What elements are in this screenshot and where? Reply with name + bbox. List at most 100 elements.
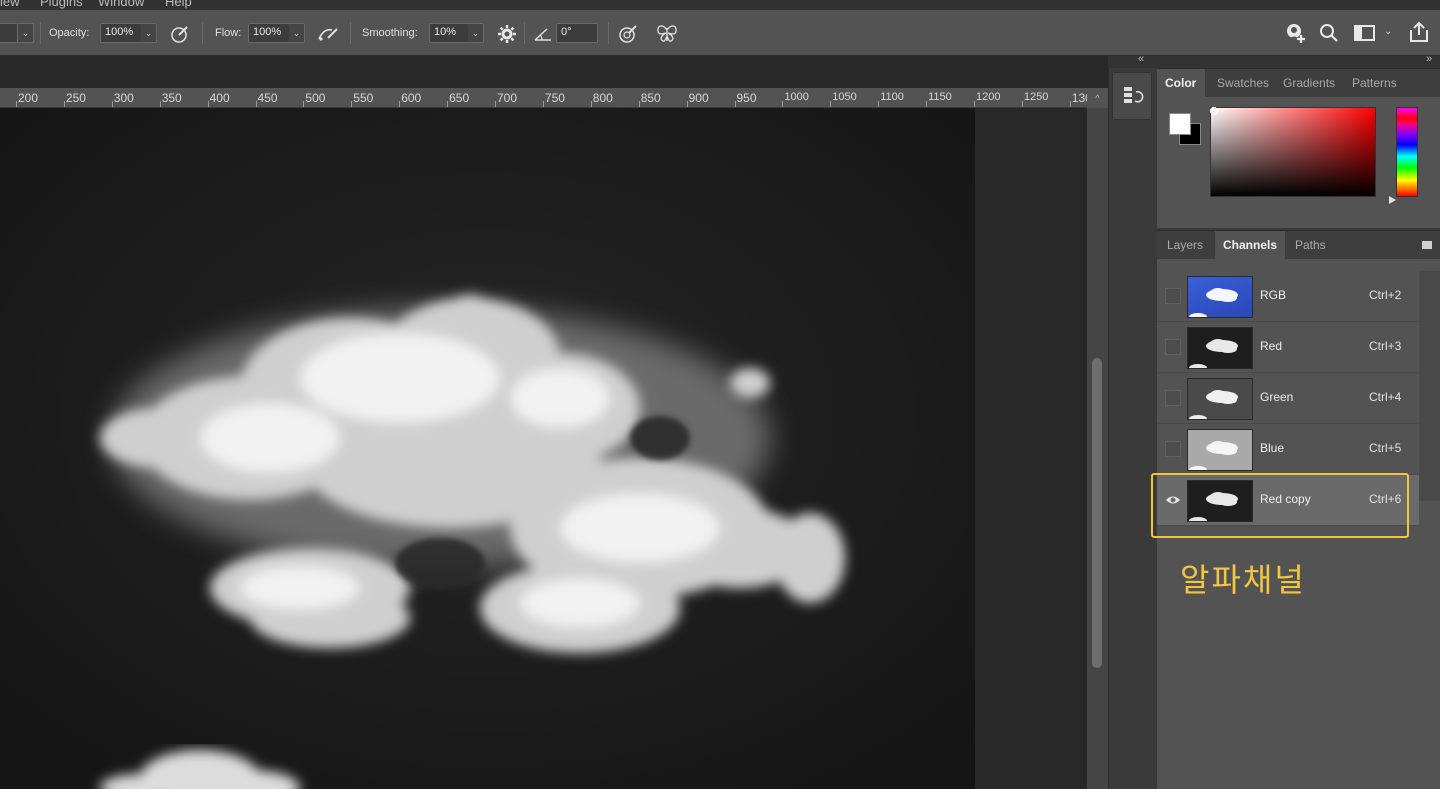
history-panel-button[interactable] [1112, 72, 1152, 120]
menu-bar: iew Plugins Window Help [0, 0, 1440, 10]
channel-shortcut: Ctrl+5 [1369, 441, 1402, 455]
smoothing-label: Smoothing: [362, 27, 418, 39]
collapse-right-icon[interactable]: » [1426, 53, 1432, 65]
ruler-tick-label: 700 [497, 91, 518, 105]
ruler-tick [111, 101, 113, 107]
visibility-toggle[interactable] [1165, 288, 1181, 304]
brush-mode-select[interactable] [0, 23, 18, 43]
color-picker-field[interactable] [1210, 107, 1376, 197]
share-icon[interactable] [1408, 21, 1430, 43]
tab-paths[interactable]: Paths [1287, 231, 1334, 259]
ruler-tick-label: 250 [65, 91, 86, 105]
ruler-tick [351, 101, 353, 107]
flow-dropdown[interactable]: ⌄ [289, 23, 305, 43]
channel-row-rgb[interactable]: RGB Ctrl+2 [1157, 271, 1419, 322]
tab-gradients[interactable]: Gradients [1275, 69, 1343, 97]
opacity-label: Opacity: [49, 27, 90, 39]
ruler-tick [1021, 101, 1023, 107]
visibility-toggle[interactable] [1165, 390, 1181, 406]
ruler-tick-label: 200 [18, 91, 39, 105]
tab-channels[interactable]: Channels [1215, 231, 1286, 259]
menu-item-view[interactable]: iew [0, 0, 20, 9]
separator [202, 22, 203, 44]
ruler-scroll-up[interactable]: ^ [1087, 88, 1108, 108]
annotation-highlight-box [1151, 473, 1409, 538]
hue-slider-handle[interactable] [1389, 196, 1397, 204]
angle-field[interactable]: 0° [556, 23, 598, 43]
ruler-tick-label: 500 [305, 91, 326, 105]
menu-item-help[interactable]: Help [165, 0, 192, 9]
ruler-tick [878, 101, 880, 107]
ruler-tick-label: 900 [688, 91, 709, 105]
ruler-tick [1069, 101, 1071, 107]
search-icon[interactable] [1319, 23, 1339, 43]
gear-icon[interactable] [497, 24, 517, 44]
chevron-down-icon[interactable]: ⌄ [1384, 26, 1392, 37]
ruler-tick [926, 101, 928, 107]
hue-slider[interactable] [1396, 107, 1418, 197]
channel-thumbnail [1187, 378, 1253, 420]
ruler-tick-label: 600 [401, 91, 422, 105]
opacity-field[interactable]: 100% [100, 23, 142, 43]
ruler-tick [782, 101, 784, 107]
channel-thumbnail [1187, 327, 1253, 369]
brush-mode-dropdown[interactable]: ⌄ [18, 23, 34, 43]
color-panel: Color Swatches Gradients Patterns [1157, 68, 1440, 228]
panel-menu-icon[interactable] [1422, 241, 1432, 249]
channel-row-green[interactable]: Green Ctrl+4 [1157, 373, 1419, 424]
channels-panel-tabs: Layers Channels Paths [1157, 231, 1440, 259]
ruler-tick [447, 101, 449, 107]
ruler-tick-label: 1200 [976, 91, 1001, 103]
ruler-tick-label: 1250 [1023, 91, 1049, 103]
ruler-tick [542, 101, 544, 107]
channel-shortcut: Ctrl+2 [1369, 288, 1402, 302]
tab-color[interactable]: Color [1157, 69, 1205, 97]
ruler-tick [590, 101, 592, 107]
channel-name: Blue [1260, 441, 1285, 455]
ruler-tick [830, 101, 832, 107]
menu-item-window[interactable]: Window [98, 0, 144, 9]
foreground-color-swatch[interactable] [1169, 113, 1191, 135]
separator [608, 22, 609, 44]
channel-thumbnail [1187, 429, 1253, 471]
channel-row-blue[interactable]: Blue Ctrl+5 [1157, 424, 1419, 475]
annotation-label: 알파채널 [1180, 561, 1306, 599]
separator [40, 22, 41, 44]
ruler-tick-label: 400 [209, 91, 230, 105]
ruler-tick-label: 450 [257, 91, 278, 105]
channels-scrollbar[interactable] [1419, 271, 1440, 501]
document-canvas[interactable] [0, 108, 975, 789]
tab-swatches[interactable]: Swatches [1209, 69, 1277, 97]
channel-row-red[interactable]: Red Ctrl+3 [1157, 322, 1419, 373]
tab-patterns[interactable]: Patterns [1344, 69, 1414, 97]
opacity-dropdown[interactable]: ⌄ [141, 23, 157, 43]
smoothing-dropdown[interactable]: ⌄ [468, 23, 484, 43]
ruler-tick [159, 101, 161, 107]
pressure-opacity-icon[interactable] [170, 24, 190, 44]
collapse-left-icon[interactable]: « [1138, 53, 1144, 65]
ruler-tick-label: 350 [161, 91, 182, 105]
visibility-toggle[interactable] [1165, 339, 1181, 355]
ruler-tick-label: 1150 [928, 91, 952, 103]
channel-name: Red [1260, 339, 1283, 353]
learn-people-icon[interactable] [1284, 22, 1308, 44]
workspace-icon[interactable] [1353, 24, 1377, 42]
airbrush-icon[interactable] [316, 24, 340, 44]
separator [524, 22, 525, 44]
butterfly-symmetry-icon[interactable] [655, 23, 679, 45]
horizontal-ruler: 200 250 300 350 400 450 500 550 600 650 700 750 800 8… [0, 88, 1108, 108]
dock-header: « » [1108, 53, 1440, 68]
smoothing-field[interactable]: 10% [429, 23, 469, 43]
visibility-toggle[interactable] [1165, 441, 1181, 457]
flow-field[interactable]: 100% [248, 23, 290, 43]
scrollbar-thumb[interactable] [1092, 358, 1102, 668]
channel-thumbnail [1187, 276, 1253, 318]
tab-layers[interactable]: Layers [1159, 231, 1211, 259]
pressure-size-icon[interactable] [618, 24, 638, 44]
ruler-tick [734, 101, 736, 107]
menu-item-plugins[interactable]: Plugins [40, 0, 83, 9]
cloud-image [0, 108, 975, 789]
channel-name: Green [1260, 390, 1294, 404]
vertical-scrollbar[interactable] [1087, 108, 1108, 789]
ruler-tick-label: 750 [544, 91, 565, 105]
